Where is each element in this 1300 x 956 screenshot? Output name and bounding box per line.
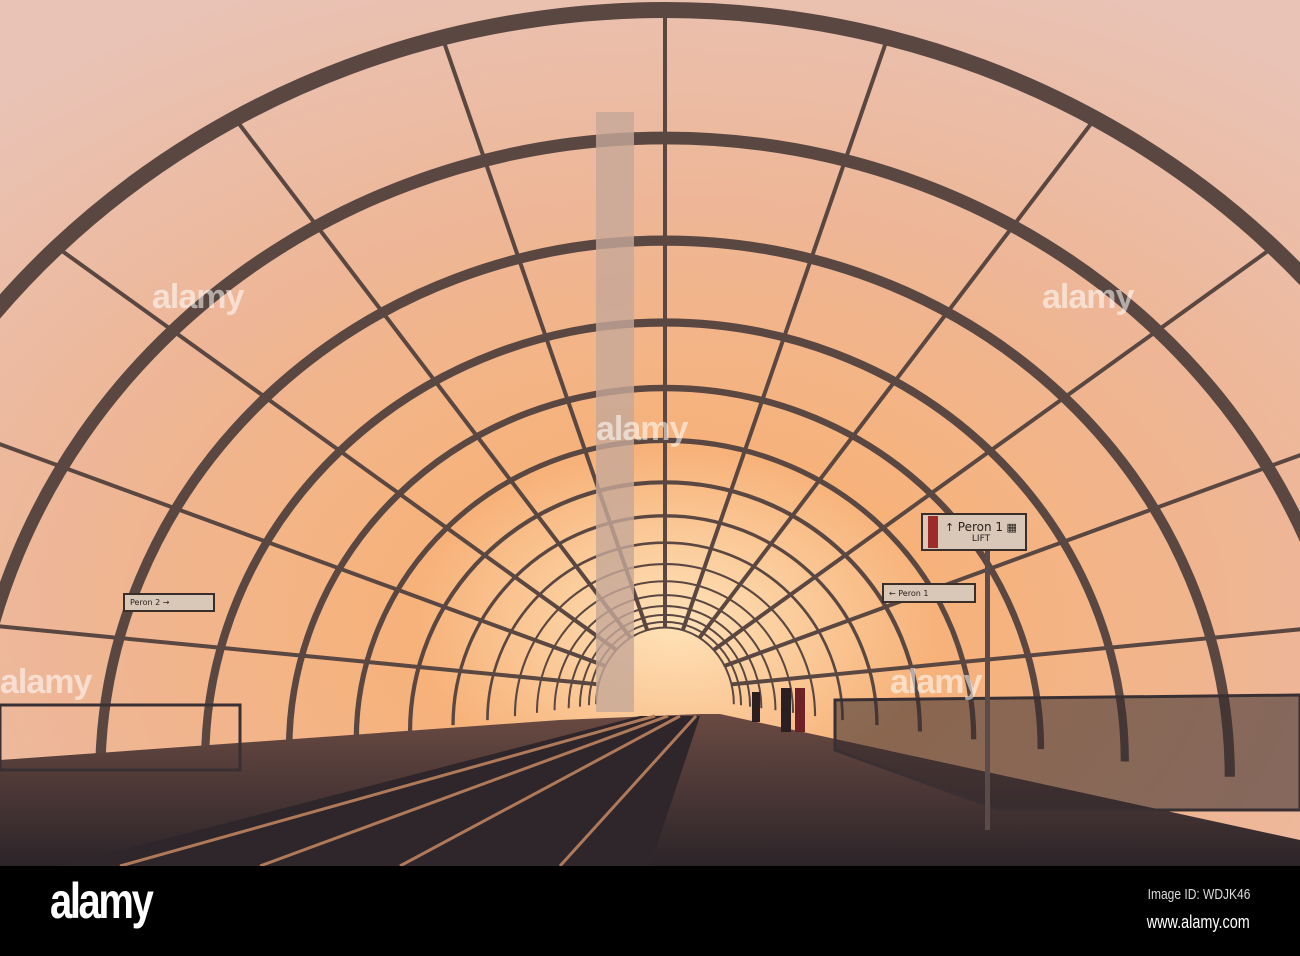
sign-sublabel: LIFT — [971, 534, 991, 544]
watermark: alamy — [1042, 278, 1134, 316]
peron-2-direction-sign: Peron 2 → — [123, 593, 215, 612]
watermark: alamy — [0, 663, 92, 701]
website-link[interactable]: www.alamy.com — [1147, 912, 1250, 933]
sign-label: Peron 1 — [957, 520, 1004, 534]
watermark: alamy — [890, 663, 982, 701]
sign-label: Peron 2 → — [130, 598, 170, 607]
peron-1-direction-sign: ← Peron 1 — [882, 583, 976, 603]
watermark: alamy — [596, 410, 688, 448]
alamy-logo[interactable]: alamy — [50, 872, 154, 930]
peron-1-lift-sign: ↑ Peron 1 ▦ LIFT — [921, 513, 1027, 551]
sign-label: ← Peron 1 — [889, 588, 929, 598]
sign-pole — [985, 550, 990, 830]
up-arrow-icon: ↑ — [945, 521, 955, 534]
station-photo: ↑ Peron 1 ▦ LIFT ← Peron 1 Peron 2 → ala… — [0, 0, 1300, 866]
sign-marker-icon — [928, 516, 938, 548]
elevator-icon: ▦ — [1006, 521, 1017, 534]
watermark: alamy — [152, 278, 244, 316]
footer-bar: alamy Image ID: WDJK46 www.alamy.com — [0, 866, 1300, 956]
image-id: Image ID: WDJK46 — [1147, 886, 1250, 903]
